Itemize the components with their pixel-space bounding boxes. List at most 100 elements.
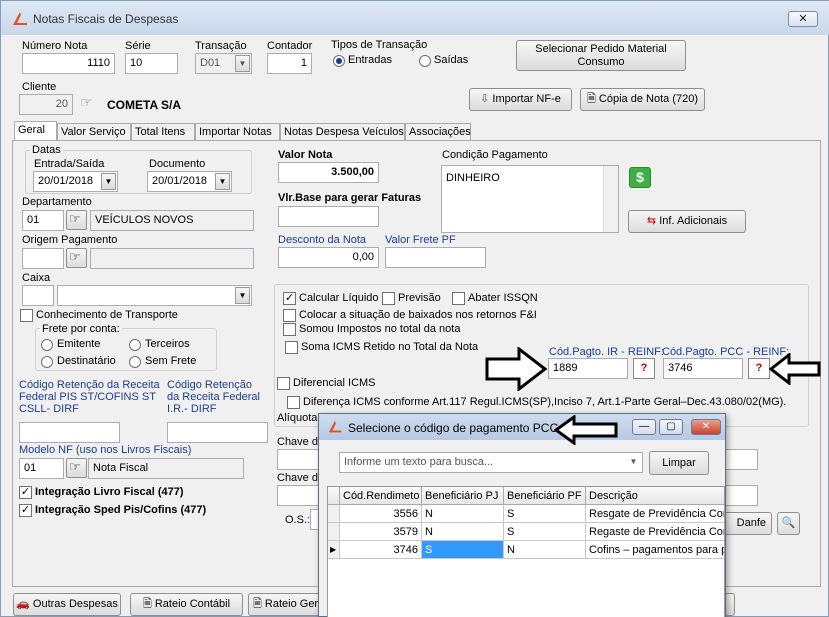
numero-nota-input[interactable]: 1110 bbox=[22, 53, 115, 74]
vlr-base-input[interactable] bbox=[278, 206, 379, 227]
abater-issqn-label: Abater ISSQN bbox=[468, 292, 538, 304]
departamento-search-button[interactable]: ☞ bbox=[66, 210, 87, 230]
copia-nota-button[interactable]: 🗎 Cópia de Nota (720) bbox=[580, 88, 705, 111]
tab-valor-servico[interactable]: Valor Serviço bbox=[57, 123, 131, 140]
grid-header-descricao[interactable]: Descrição bbox=[586, 487, 724, 505]
minimize-button[interactable]: — bbox=[632, 419, 656, 435]
integracao-sped-checkbox[interactable]: ✓ bbox=[19, 504, 32, 517]
diferencial-icms-checkbox[interactable] bbox=[277, 377, 290, 390]
rateio-gerencial-button[interactable]: 🗎 Rateio Ger bbox=[248, 593, 323, 616]
caixa-code-input[interactable] bbox=[22, 285, 54, 306]
row-indicator bbox=[328, 523, 340, 541]
serie-input[interactable]: 10 bbox=[125, 53, 178, 74]
abater-issqn-checkbox[interactable] bbox=[452, 292, 465, 305]
search-icon[interactable]: 🔍 bbox=[777, 512, 800, 535]
grid-header-pj[interactable]: Beneficiário PJ bbox=[422, 487, 504, 505]
table-row-pf[interactable]: S bbox=[504, 523, 586, 541]
calcular-liquido-checkbox[interactable]: ✓ bbox=[283, 292, 296, 305]
table-row-cod[interactable]: 3579 bbox=[340, 523, 422, 541]
transacao-select[interactable]: D01 ▼ bbox=[195, 53, 252, 74]
terceiros-radio[interactable] bbox=[129, 339, 141, 351]
table-row-descricao[interactable]: Cofins – pagamentos para p bbox=[586, 541, 724, 559]
inf-adicionais-button[interactable]: ⇆ Inf. Adicionais bbox=[628, 210, 746, 233]
cod-ir-help-icon[interactable]: ? bbox=[633, 358, 655, 379]
integracao-livro-checkbox[interactable]: ✓ bbox=[19, 486, 32, 499]
previsao-checkbox[interactable] bbox=[382, 292, 395, 305]
emitente-label: Emitente bbox=[57, 338, 101, 350]
tab-associacoes[interactable]: Associações bbox=[405, 123, 471, 140]
conhecimento-transporte-checkbox[interactable] bbox=[20, 309, 33, 322]
outras-despesas-button[interactable]: 🚗 Outras Despesas bbox=[13, 593, 121, 616]
table-row-pj[interactable]: N bbox=[422, 523, 504, 541]
valor-frete-label: Valor Frete PF bbox=[385, 234, 456, 246]
chave2-input-right[interactable] bbox=[724, 485, 758, 506]
diferenca-icms-checkbox[interactable] bbox=[287, 396, 300, 409]
codigo-ret-pis-input[interactable] bbox=[19, 422, 120, 443]
table-row-descricao[interactable]: Resgate de Previdência Com bbox=[586, 505, 724, 523]
dialog-close-button[interactable]: ✕ bbox=[691, 419, 721, 435]
tab-importar-notas[interactable]: Importar Notas bbox=[195, 123, 280, 140]
departamento-code-input[interactable]: 01 bbox=[22, 210, 64, 231]
origem-search-button[interactable]: ☞ bbox=[66, 248, 87, 268]
dialog-search-input[interactable]: Informe um texto para busca... ▼ bbox=[339, 452, 643, 473]
close-button[interactable]: ✕ bbox=[788, 11, 818, 27]
documento-date[interactable]: 20/01/2018 ▼ bbox=[147, 171, 232, 192]
cliente-search-button[interactable]: ☞ bbox=[80, 94, 101, 114]
dialog-title-bar: Selecione o código de pagamento PCC — ▢ … bbox=[319, 414, 725, 440]
title-bar: Notas Fiscais de Despesas ✕ bbox=[1, 1, 829, 35]
chave1-input-right[interactable] bbox=[724, 449, 758, 470]
codigo-ret-ir-input[interactable] bbox=[167, 422, 268, 443]
entradas-radio[interactable] bbox=[333, 55, 345, 67]
scrollbar[interactable] bbox=[603, 166, 618, 232]
chave2-input[interactable] bbox=[277, 485, 322, 506]
table-row-pj-selected[interactable]: S bbox=[422, 541, 504, 559]
danfe-button[interactable]: Danfe bbox=[724, 512, 772, 535]
condicao-pagamento-list[interactable]: DINHEIRO bbox=[441, 165, 619, 233]
destinatario-radio[interactable] bbox=[41, 356, 53, 368]
importar-nfe-button[interactable]: ⇩ Importar NF-e bbox=[469, 88, 572, 111]
limpar-button[interactable]: Limpar bbox=[649, 451, 709, 475]
selecionar-pedido-button[interactable]: Selecionar Pedido Material Consumo bbox=[516, 40, 686, 71]
chave1-label: Chave d bbox=[277, 436, 318, 448]
tab-total-itens[interactable]: Total Itens bbox=[131, 123, 195, 140]
caixa-select[interactable]: ▼ bbox=[57, 285, 252, 306]
table-row-descricao[interactable]: Regaste de Previdência Com bbox=[586, 523, 724, 541]
table-row-cod[interactable]: 3556 bbox=[340, 505, 422, 523]
dollar-icon[interactable]: $ bbox=[629, 167, 651, 188]
origem-code-input[interactable] bbox=[22, 248, 64, 269]
cod-pcc-input[interactable]: 3746 bbox=[663, 358, 743, 379]
table-row-pj[interactable]: N bbox=[422, 505, 504, 523]
cod-ir-input[interactable]: 1889 bbox=[548, 358, 628, 379]
saidas-radio[interactable] bbox=[419, 55, 431, 67]
cliente-label: Cliente bbox=[22, 81, 57, 93]
hidden-footer-button[interactable] bbox=[725, 593, 735, 616]
entrada-saida-date[interactable]: 20/01/2018 ▼ bbox=[33, 171, 118, 192]
origem-name bbox=[90, 248, 254, 269]
valor-nota-input[interactable]: 3.500,00 bbox=[278, 162, 379, 183]
table-row-pf[interactable]: S bbox=[504, 505, 586, 523]
numero-nota-label: Número Nota bbox=[22, 40, 88, 52]
cod-pcc-help-icon[interactable]: ? bbox=[748, 358, 770, 379]
valor-frete-input[interactable] bbox=[385, 247, 486, 268]
sem-frete-radio[interactable] bbox=[129, 356, 141, 368]
tab-geral[interactable]: Geral bbox=[14, 121, 57, 141]
rateio-contabil-button[interactable]: 🗎 Rateio Contábil bbox=[130, 593, 243, 616]
grid-header-pf[interactable]: Beneficiário PF bbox=[504, 487, 586, 505]
maximize-button[interactable]: ▢ bbox=[659, 419, 683, 435]
entrada-saida-value: 20/01/2018 bbox=[38, 175, 94, 187]
tab-notas-despesa-veiculos[interactable]: Notas Despesa Veículos bbox=[280, 123, 405, 140]
emitente-radio[interactable] bbox=[41, 339, 53, 351]
table-row-cod[interactable]: 3746 bbox=[340, 541, 422, 559]
table-row-pf[interactable]: N bbox=[504, 541, 586, 559]
desconto-input[interactable]: 0,00 bbox=[278, 247, 379, 268]
modelo-nf-search-button[interactable]: ☞ bbox=[66, 458, 87, 478]
soma-icms-checkbox[interactable] bbox=[285, 341, 298, 354]
modelo-nf-code-input[interactable]: 01 bbox=[19, 458, 64, 479]
annotation-arrow-left-icon bbox=[769, 353, 821, 385]
somou-impostos-checkbox[interactable] bbox=[283, 323, 296, 336]
grid-header-cod[interactable]: Cód.Rendimeto bbox=[340, 487, 422, 505]
colocar-situacao-checkbox[interactable] bbox=[283, 309, 296, 322]
contador-input[interactable]: 1 bbox=[267, 53, 312, 74]
cliente-code-input[interactable]: 20 bbox=[19, 94, 73, 115]
chave1-input[interactable] bbox=[277, 449, 322, 470]
